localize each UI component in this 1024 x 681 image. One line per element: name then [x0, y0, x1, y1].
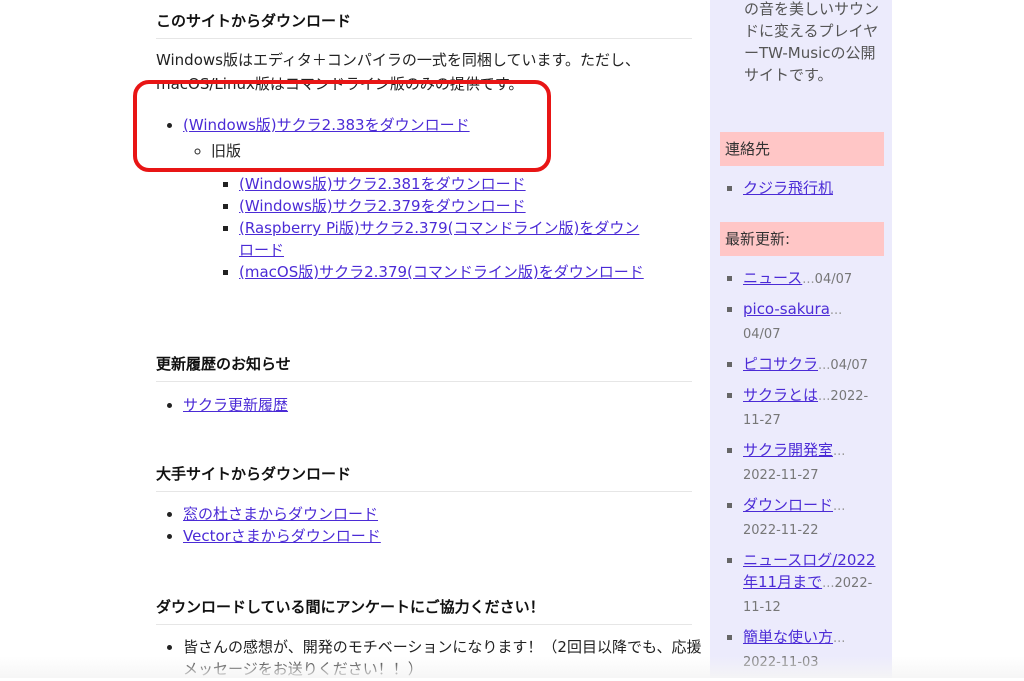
- list-item: pico-sakura...04/07: [743, 298, 888, 346]
- list-item: サクラ開発室...2022-11-27: [743, 439, 888, 487]
- list-item: 窓の杜さまからダウンロード: [183, 503, 703, 525]
- list-item: ニュース...04/07: [743, 267, 888, 291]
- contact-link[interactable]: クジラ飛行机: [743, 179, 833, 197]
- list-item: ピコサクラ...04/07: [743, 353, 888, 377]
- recent-updates-heading: 最新更新:: [720, 222, 884, 256]
- list-item: サクラとは...2022-11-27: [743, 384, 888, 432]
- sidebar-about-text: の音を美しいサウンドに変えるプレイヤーTW-Musicの公開サイトです。: [744, 0, 880, 84]
- recent-link-about-sakura[interactable]: サクラとは: [743, 386, 818, 404]
- list-item: サクラ更新履歴: [183, 394, 703, 416]
- recent-date: 2022-11-22: [743, 523, 819, 538]
- recent-updates-list: ニュース...04/07 pico-sakura...04/07 ピコサクラ..…: [728, 267, 888, 681]
- recent-link-howto[interactable]: 簡単な使い方: [743, 628, 833, 646]
- history-link[interactable]: サクラ更新履歴: [183, 396, 288, 414]
- list-item: (macOS版)サクラ2.379(コマンドライン版)をダウンロード: [239, 261, 649, 283]
- contact-heading: 連絡先: [720, 132, 884, 166]
- list-item: 簡単な使い方...2022-11-03: [743, 626, 888, 674]
- madonomori-link[interactable]: 窓の杜さまからダウンロード: [183, 505, 378, 523]
- old-version-links: (Windows版)サクラ2.381をダウンロード (Windows版)サクラ2…: [222, 173, 649, 283]
- old-download-link-2379[interactable]: (Windows版)サクラ2.379をダウンロード: [239, 197, 526, 215]
- survey-section-heading: ダウンロードしている間にアンケートにご協力ください！: [156, 596, 692, 625]
- recent-link-download[interactable]: ダウンロード: [743, 496, 833, 514]
- recent-link-pico-sakura[interactable]: pico-sakura: [743, 300, 830, 318]
- list-item: ダウンロード...2022-11-22: [743, 494, 888, 542]
- survey-list: 皆さんの感想が、開発のモチベーションになります！（2回目以降でも、応援メッセージ…: [166, 636, 703, 680]
- latest-download-link[interactable]: (Windows版)サクラ2.383をダウンロード: [183, 116, 470, 134]
- old-download-link-raspberry[interactable]: (Raspberry Pi版)サクラ2.379(コマンドライン版)をダウンロード: [239, 219, 639, 259]
- contact-list: クジラ飛行机: [728, 177, 888, 206]
- download-section-heading: このサイトからダウンロード: [156, 10, 692, 39]
- list-item: (Windows版)サクラ2.383をダウンロード 旧版: [183, 114, 703, 162]
- old-versions-list: 旧版: [183, 140, 703, 162]
- recent-date: 04/07: [814, 272, 853, 287]
- vector-link[interactable]: Vectorさまからダウンロード: [183, 527, 381, 545]
- history-section-heading: 更新履歴のお知らせ: [156, 353, 692, 382]
- old-versions-label: 旧版: [211, 140, 703, 162]
- list-item: (Windows版)サクラ2.379をダウンロード: [239, 195, 649, 217]
- main-content: このサイトからダウンロード Windows版はエディタ＋コンパイラの一式を同梱し…: [0, 0, 703, 680]
- list-item: クジラ飛行机: [743, 177, 888, 199]
- big-sites-section-heading: 大手サイトからダウンロード: [156, 463, 692, 492]
- intro-line-2: macOS/Linux版はコマンドライン版のみの提供です。: [156, 75, 524, 93]
- old-download-link-macos[interactable]: (macOS版)サクラ2.379(コマンドライン版)をダウンロード: [239, 263, 644, 281]
- big-sites-list: 窓の杜さまからダウンロード Vectorさまからダウンロード: [166, 503, 703, 547]
- recent-date: 04/07: [743, 327, 781, 342]
- old-download-link-2381[interactable]: (Windows版)サクラ2.381をダウンロード: [239, 175, 526, 193]
- recent-date: 2022-11-27: [743, 468, 819, 483]
- recent-link-picosakura[interactable]: ピコサクラ: [743, 355, 818, 373]
- list-item: ニュースログ/2022年11月まで...2022-11-12: [743, 549, 888, 619]
- list-item: Vectorさまからダウンロード: [183, 525, 703, 547]
- list-item: 皆さんの感想が、開発のモチベーションになります！（2回目以降でも、応援メッセージ…: [183, 636, 703, 680]
- recent-date: 2022-11-03: [743, 655, 819, 670]
- intro-line-1: Windows版はエディタ＋コンパイラの一式を同梱しています。ただし、: [156, 51, 640, 69]
- list-item: (Windows版)サクラ2.381をダウンロード: [239, 173, 649, 195]
- recent-link-dev-room[interactable]: サクラ開発室: [743, 441, 833, 459]
- list-item: (Raspberry Pi版)サクラ2.379(コマンドライン版)をダウンロード: [239, 217, 649, 261]
- recent-date: 04/07: [830, 358, 868, 373]
- download-intro-text: Windows版はエディタ＋コンパイラの一式を同梱しています。ただし、 macO…: [156, 48, 676, 96]
- download-list: (Windows版)サクラ2.383をダウンロード 旧版: [166, 114, 703, 162]
- recent-link-news[interactable]: ニュース: [743, 269, 802, 287]
- history-list: サクラ更新履歴: [166, 394, 703, 416]
